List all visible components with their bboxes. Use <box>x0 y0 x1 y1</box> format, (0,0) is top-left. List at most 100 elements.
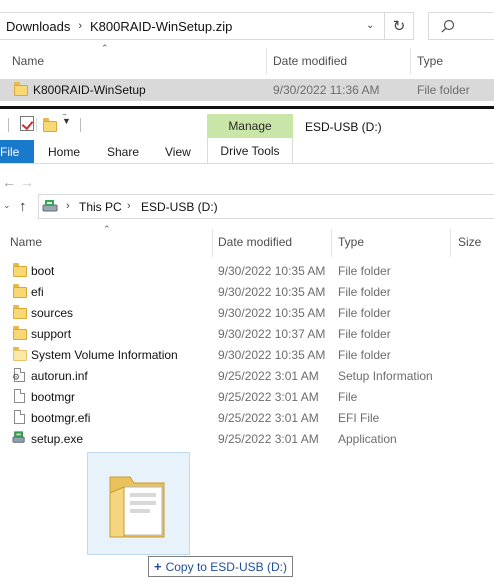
row-date: 9/30/2022 10:37 AM <box>218 327 326 341</box>
folder-icon <box>13 305 27 319</box>
row-type: File folder <box>338 306 391 320</box>
up-arrow-icon[interactable]: ↑ <box>19 198 27 215</box>
row-name: bootmgr <box>31 390 76 404</box>
tab-share[interactable]: Share <box>107 140 139 164</box>
address-dropdown-icon[interactable]: ⌄ <box>366 20 374 31</box>
table-row[interactable]: support 9/30/2022 10:37 AM File folder <box>0 323 494 344</box>
top-col-type[interactable]: Type <box>417 54 443 68</box>
qat-separator <box>8 118 9 132</box>
folder-icon <box>13 263 27 277</box>
address-drive[interactable]: ESD-USB (D:) <box>141 200 218 214</box>
row-date: 9/25/2022 3:01 AM <box>218 411 319 425</box>
row-date: 9/25/2022 3:01 AM <box>218 432 319 446</box>
col-divider[interactable] <box>450 229 451 257</box>
forward-arrow-icon[interactable]: → <box>20 174 34 190</box>
row-date: 9/25/2022 3:01 AM <box>218 390 319 404</box>
top-col-name[interactable]: Name <box>12 54 44 68</box>
row-type: Setup Information <box>338 369 433 383</box>
dragged-folder-icon <box>109 476 165 538</box>
search-icon <box>441 19 455 33</box>
breadcrumb-chevron-icon: › <box>78 20 82 32</box>
address-chevron-icon[interactable]: › <box>66 200 70 212</box>
manage-context-tab[interactable]: Manage <box>207 114 293 138</box>
window-border <box>0 106 494 109</box>
table-row[interactable]: bootmgr.efi 9/25/2022 3:01 AM EFI File <box>0 407 494 428</box>
tab-file[interactable]: File <box>0 140 34 164</box>
sort-up-icon: ⌃ <box>101 43 109 53</box>
table-row[interactable]: boot 9/30/2022 10:35 AM File folder <box>0 260 494 281</box>
col-divider[interactable] <box>410 48 411 74</box>
properties-check-icon[interactable] <box>20 116 34 131</box>
table-row[interactable]: System Volume Information 9/30/2022 10:3… <box>0 344 494 365</box>
breadcrumb-zip[interactable]: K800RAID-WinSetup.zip <box>90 19 232 34</box>
row-name: setup.exe <box>31 432 84 446</box>
new-folder-icon[interactable] <box>43 118 57 132</box>
row-type: File folder <box>338 327 391 341</box>
breadcrumb-downloads[interactable]: Downloads <box>6 19 70 34</box>
sort-up-icon: ⌃ <box>103 224 111 234</box>
table-row[interactable]: efi 9/30/2022 10:35 AM File folder <box>0 281 494 302</box>
row-date: 9/30/2022 10:35 AM <box>218 306 326 320</box>
row-type: File folder <box>338 348 391 362</box>
row-date: 9/25/2022 3:01 AM <box>218 369 319 383</box>
copy-tooltip-text: Copy to ESD-USB (D:) <box>165 559 287 574</box>
file-icon <box>14 410 25 424</box>
drag-preview <box>87 452 190 555</box>
setup-exe-icon <box>12 431 25 443</box>
qat-separator <box>36 118 37 132</box>
tab-drive-tools[interactable]: Drive Tools <box>207 138 293 164</box>
row-name: efi <box>31 285 44 299</box>
row-name: bootmgr.efi <box>31 411 91 425</box>
table-row[interactable]: setup.exe 9/25/2022 3:01 AM Application <box>0 428 494 449</box>
folder-icon <box>13 284 27 298</box>
row-date: 9/30/2022 11:36 AM <box>273 83 380 97</box>
tab-view[interactable]: View <box>165 140 191 164</box>
col-divider[interactable] <box>266 48 267 74</box>
tab-home[interactable]: Home <box>48 140 80 164</box>
file-icon <box>14 389 25 403</box>
search-input[interactable] <box>428 12 494 40</box>
col-divider[interactable] <box>212 229 213 257</box>
copy-tooltip: + Copy to ESD-USB (D:) <box>148 556 293 577</box>
address-this-pc[interactable]: This PC <box>79 200 122 214</box>
row-date: 9/30/2022 10:35 AM <box>218 264 326 278</box>
col-date[interactable]: Date modified <box>218 235 292 249</box>
ribbon-divider <box>0 163 494 164</box>
col-name[interactable]: Name <box>10 235 42 249</box>
row-date: 9/30/2022 10:35 AM <box>218 285 326 299</box>
table-row[interactable]: sources 9/30/2022 10:35 AM File folder <box>0 302 494 323</box>
settings-file-icon <box>12 368 25 383</box>
col-type[interactable]: Type <box>338 235 364 249</box>
row-name: support <box>31 327 72 341</box>
back-arrow-icon[interactable]: ← <box>2 174 16 190</box>
row-date: 9/30/2022 10:35 AM <box>218 348 326 362</box>
usb-drive-icon <box>42 200 58 212</box>
row-name: sources <box>31 306 74 320</box>
top-col-date[interactable]: Date modified <box>273 54 347 68</box>
folder-icon <box>13 326 27 340</box>
qat-separator <box>80 118 81 132</box>
row-type: EFI File <box>338 411 380 425</box>
plus-icon: + <box>154 559 162 574</box>
col-size[interactable]: Size <box>458 235 481 249</box>
folder-icon <box>14 82 28 96</box>
top-breadcrumb: Downloads › K800RAID-WinSetup.zip <box>6 18 232 34</box>
row-type: File folder <box>338 285 391 299</box>
table-row[interactable]: bootmgr 9/25/2022 3:01 AM File <box>0 386 494 407</box>
table-row[interactable]: autorun.inf 9/25/2022 3:01 AM Setup Info… <box>0 365 494 386</box>
row-type: Application <box>338 432 397 446</box>
row-name: K800RAID-WinSetup <box>33 83 146 97</box>
col-divider[interactable] <box>331 229 332 257</box>
row-name: autorun.inf <box>31 369 88 383</box>
row-name: boot <box>31 264 55 278</box>
table-row-selected[interactable]: K800RAID-WinSetup 9/30/2022 11:36 AM Fil… <box>0 79 494 101</box>
refresh-icon: ↻ <box>392 18 406 35</box>
window-title: ESD-USB (D:) <box>305 120 382 134</box>
row-type: File folder <box>338 264 391 278</box>
recent-locations-icon[interactable]: ⌄ <box>3 200 11 211</box>
row-name: System Volume Information <box>31 348 178 362</box>
row-type: File folder <box>417 83 470 97</box>
address-chevron-icon[interactable]: › <box>127 200 131 212</box>
row-type: File <box>338 390 358 404</box>
refresh-button[interactable]: ↻ <box>384 12 414 40</box>
